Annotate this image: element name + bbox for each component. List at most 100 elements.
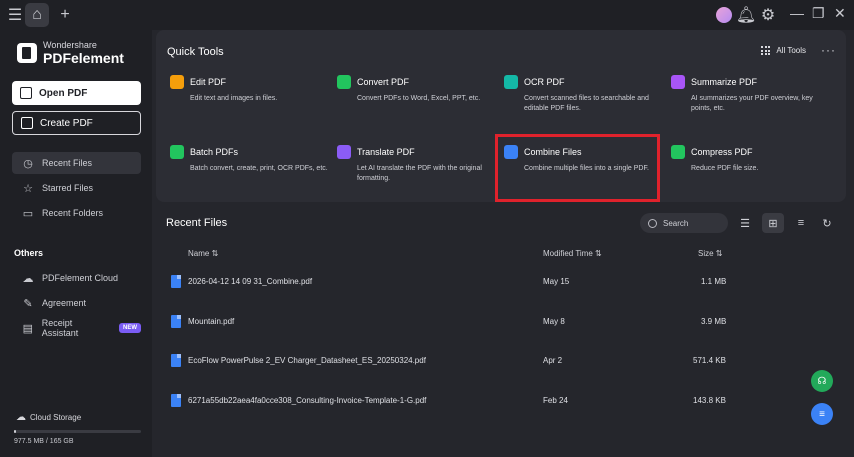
- list-view-button[interactable]: ☰: [734, 213, 756, 233]
- edit-pdf-icon: [170, 75, 184, 89]
- tool-convert-pdf[interactable]: Convert PDF Convert PDFs to Word, Excel,…: [337, 75, 497, 104]
- bell-icon[interactable]: 🔔︎: [734, 3, 758, 27]
- sort-icon: ⇅: [715, 249, 723, 258]
- folder-icon: ▭: [22, 207, 34, 220]
- main-content: Quick Tools All Tools ··· Edit PDF Edit …: [152, 30, 854, 457]
- file-name: 2026-04-12 14 09 31_Combine.pdf: [188, 277, 313, 286]
- column-header-name[interactable]: Name ⇅: [188, 249, 218, 258]
- sidebar-item-label: PDFelement Cloud: [42, 273, 119, 283]
- tool-edit-pdf[interactable]: Edit PDF Edit text and images in files.: [170, 75, 330, 104]
- app-logo: Wondershare PDFelement: [17, 41, 124, 65]
- tool-description: Batch convert, create, print, OCR PDFs, …: [190, 165, 328, 172]
- logo-brand: Wondershare: [43, 40, 97, 50]
- receipt-icon: ▤: [22, 322, 34, 335]
- file-name: Mountain.pdf: [188, 317, 235, 326]
- sidebar: Wondershare PDFelement Open PDF Create P…: [0, 30, 152, 457]
- convert-pdf-icon: [337, 75, 351, 89]
- column-label: Name: [188, 249, 210, 258]
- gear-icon[interactable]: ⚙: [756, 3, 780, 27]
- sidebar-item-label: Starred Files: [42, 183, 94, 193]
- grid-view-button[interactable]: ⊞: [762, 213, 784, 233]
- tool-description: Convert PDFs to Word, Excel, PPT, etc.: [357, 95, 481, 102]
- sort-icon: ⇅: [211, 249, 219, 258]
- tool-name: OCR PDF: [524, 77, 565, 87]
- recent-files-title: Recent Files: [166, 217, 228, 229]
- batch-pdfs-icon: [170, 145, 184, 159]
- create-pdf-button[interactable]: Create PDF: [12, 111, 141, 135]
- column-label: Size: [698, 249, 714, 258]
- handshake-icon: ✎: [23, 297, 33, 310]
- star-icon: ☆: [23, 182, 33, 195]
- table-row[interactable]: Mountain.pdf May 8 3.9 MB: [152, 311, 854, 335]
- open-pdf-button[interactable]: Open PDF: [12, 81, 141, 105]
- floating-menu-button[interactable]: ≡: [811, 403, 833, 425]
- avatar[interactable]: [716, 7, 732, 23]
- sidebar-item-label: Recent Folders: [42, 208, 104, 218]
- quick-tools-panel: Quick Tools All Tools ··· Edit PDF Edit …: [156, 30, 846, 202]
- sidebar-item-recent-files[interactable]: ◷ Recent Files: [12, 152, 141, 174]
- tool-name: Compress PDF: [691, 147, 753, 157]
- cloud-storage-link[interactable]: ☁ Cloud Storage: [16, 412, 81, 423]
- more-options-icon[interactable]: ···: [821, 43, 836, 57]
- table-row[interactable]: EcoFlow PowerPulse 2_EV Charger_Datashee…: [152, 350, 854, 374]
- storage-progress-fill: [14, 430, 16, 433]
- plus-icon[interactable]: +: [53, 3, 77, 27]
- pdf-file-icon: [171, 354, 181, 367]
- file-size: 571.4 KB: [693, 356, 726, 365]
- close-icon[interactable]: ✕: [834, 5, 846, 22]
- storage-usage-text: 977.5 MB / 165 GB: [14, 438, 74, 445]
- minimize-icon[interactable]: —: [790, 5, 804, 21]
- tool-compress-pdf[interactable]: Compress PDF Reduce PDF file size.: [671, 145, 831, 174]
- menu-icon[interactable]: ☰: [3, 3, 27, 27]
- refresh-icon: ↻: [822, 217, 832, 230]
- clock-icon: ◷: [23, 157, 33, 170]
- manage-list-button[interactable]: ≡: [790, 213, 812, 233]
- tool-summarize-pdf[interactable]: Summarize PDF AI summarizes your PDF ove…: [671, 75, 831, 114]
- ocr-pdf-icon: [504, 75, 518, 89]
- tool-ocr-pdf[interactable]: OCR PDF Convert scanned files to searcha…: [504, 75, 664, 114]
- translate-pdf-icon: [337, 145, 351, 159]
- sidebar-item-recent-folders[interactable]: ▭ Recent Folders: [12, 202, 141, 224]
- cloud-icon: ☁: [22, 272, 34, 285]
- cloud-icon: ☁: [16, 412, 26, 423]
- column-header-modified[interactable]: Modified Time ⇅: [543, 249, 602, 258]
- highlight-box: [495, 134, 660, 202]
- tool-description: AI summarizes your PDF overview, key poi…: [691, 95, 813, 112]
- tool-batch-pdfs[interactable]: Batch PDFs Batch convert, create, print,…: [170, 145, 330, 174]
- all-tools-button[interactable]: All Tools: [761, 46, 806, 55]
- create-file-icon: [21, 117, 33, 129]
- summarize-pdf-icon: [671, 75, 685, 89]
- file-size: 1.1 MB: [701, 277, 727, 286]
- support-button[interactable]: ☊: [811, 370, 833, 392]
- tool-name: Batch PDFs: [190, 147, 239, 157]
- folder-open-icon: [20, 87, 32, 99]
- search-icon: [648, 218, 657, 228]
- headset-icon: ☊: [817, 375, 827, 387]
- column-header-size[interactable]: Size ⇅: [698, 249, 723, 258]
- file-modified: May 8: [543, 317, 565, 326]
- pdf-file-icon: [171, 275, 181, 288]
- tool-translate-pdf[interactable]: Translate PDF Let AI translate the PDF w…: [337, 145, 497, 184]
- sidebar-item-receipt-assistant[interactable]: ▤ Receipt Assistant NEW: [12, 317, 141, 339]
- table-row[interactable]: 6271a55db22aea4fa0cce308_Consulting-Invo…: [152, 390, 854, 414]
- tool-name: Convert PDF: [357, 77, 410, 87]
- tool-description: Convert scanned files to searchable and …: [524, 95, 649, 112]
- file-modified: Apr 2: [543, 356, 563, 365]
- quick-tools-title: Quick Tools: [167, 46, 224, 58]
- sidebar-item-agreement[interactable]: ✎ Agreement: [12, 292, 141, 314]
- compress-pdf-icon: [671, 145, 685, 159]
- table-row[interactable]: 2026-04-12 14 09 31_Combine.pdf May 15 1…: [152, 271, 854, 295]
- home-icon[interactable]: ⌂: [25, 3, 49, 27]
- storage-progress-bar: [14, 430, 141, 433]
- search-input[interactable]: Search: [640, 213, 728, 233]
- sidebar-item-starred-files[interactable]: ☆ Starred Files: [12, 177, 141, 199]
- grid-icon: [761, 46, 771, 55]
- others-heading: Others: [14, 248, 44, 258]
- file-size: 143.8 KB: [693, 396, 726, 405]
- sidebar-item-label: Recent Files: [42, 158, 93, 168]
- refresh-button[interactable]: ↻: [816, 213, 838, 233]
- restore-icon[interactable]: ❐: [812, 5, 825, 22]
- sidebar-item-pdfelement-cloud[interactable]: ☁ PDFelement Cloud: [12, 267, 141, 289]
- file-modified: Feb 24: [543, 396, 568, 405]
- list-settings-icon: ≡: [797, 217, 805, 229]
